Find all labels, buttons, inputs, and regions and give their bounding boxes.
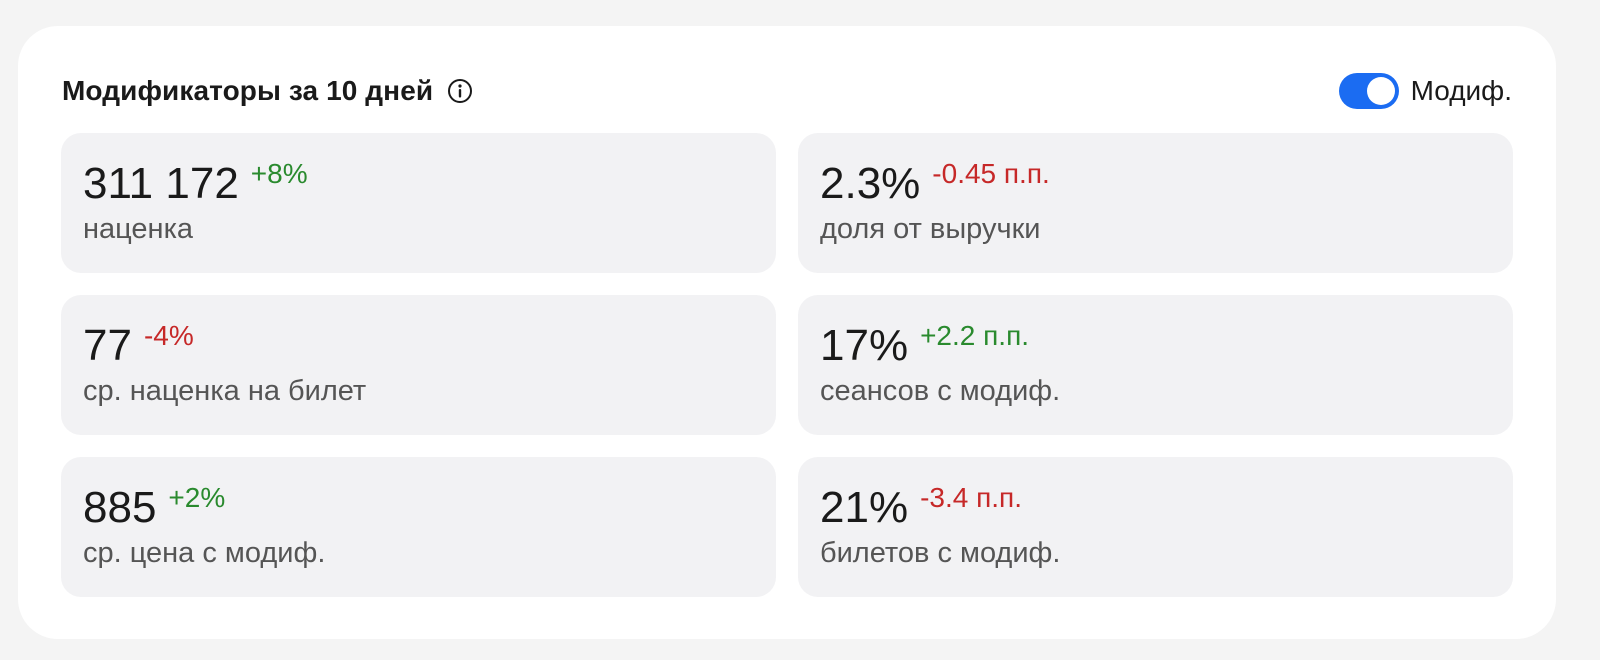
metric-value: 885	[83, 483, 157, 532]
metric-card-avg-price-with-modifiers: 885 +2% ср. цена с модиф.	[61, 457, 776, 597]
metric-delta: -4%	[143, 320, 194, 351]
metric-value: 21%	[820, 483, 909, 532]
toggle-label: Модиф.	[1410, 75, 1512, 106]
metric-value: 2.3%	[820, 159, 921, 208]
metric-caption: сеансов с модиф.	[820, 375, 1061, 407]
metric-delta: +2%	[168, 482, 226, 513]
metric-card-avg-markup-per-ticket: 77 -4% ср. наценка на билет	[61, 295, 776, 435]
metric-caption: доля от выручки	[820, 213, 1041, 245]
metric-card-sessions-with-modifiers: 17% +2.2 п.п. сеансов с модиф.	[798, 295, 1513, 435]
metric-value: 77	[83, 321, 132, 370]
panel-title: Модификаторы за 10 дней	[62, 75, 434, 106]
metric-caption: наценка	[83, 213, 194, 245]
metric-card-tickets-with-modifiers: 21% -3.4 п.п. билетов с модиф.	[798, 457, 1513, 597]
title-group: Модификаторы за 10 дней	[62, 75, 473, 107]
metric-card-markup: 311 172 +8% наценка	[61, 133, 776, 273]
modifier-toggle-group: Модиф.	[1338, 73, 1512, 109]
metric-caption: билетов с модиф.	[820, 537, 1061, 569]
metric-delta: +8%	[250, 158, 308, 189]
toggle-knob	[1366, 77, 1395, 105]
metric-value: 311 172	[83, 159, 239, 208]
info-icon[interactable]	[447, 78, 473, 104]
metric-delta: -0.45 п.п.	[932, 158, 1050, 189]
metric-delta: +2.2 п.п.	[920, 320, 1030, 351]
metric-card-revenue-share: 2.3% -0.45 п.п. доля от выручки	[798, 133, 1513, 273]
metric-delta: -3.4 п.п.	[920, 482, 1022, 513]
modifiers-panel: Модификаторы за 10 дней Модиф. 311 172 +…	[18, 26, 1556, 639]
metrics-grid: 311 172 +8% наценка 2.3% -0.45 п.п. доля…	[61, 133, 1513, 597]
modifier-toggle[interactable]	[1338, 73, 1399, 109]
panel-header: Модификаторы за 10 дней Модиф.	[62, 71, 1512, 111]
metric-caption: ср. цена с модиф.	[83, 537, 326, 569]
metric-caption: ср. наценка на билет	[83, 375, 367, 407]
metric-value: 17%	[820, 321, 909, 370]
